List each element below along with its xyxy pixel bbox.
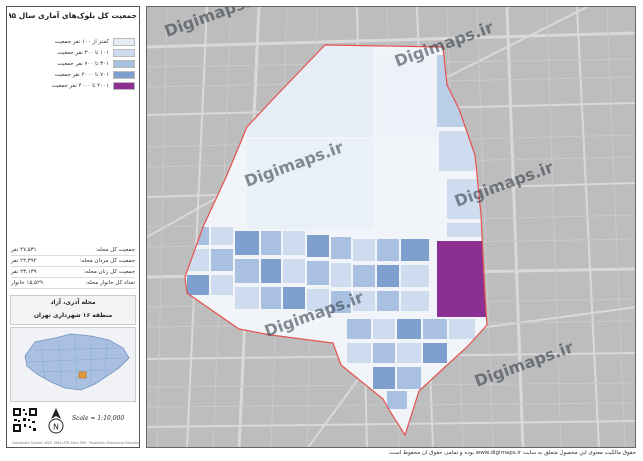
stat-label: جمعیت کل محله: — [95, 247, 135, 253]
block-class-1 — [377, 57, 437, 137]
stat-label: جمعیت کل زنان محله: — [83, 269, 135, 275]
legend-item: ۷۰۱ تا ۲۰۰۰ نفر جمعیت — [11, 70, 135, 80]
legend-swatch — [113, 60, 135, 68]
legend-swatch — [113, 49, 135, 57]
district-label: محله آذری، آزاد منطقه ۱۶ شهرداری تهران — [10, 295, 136, 325]
stat-label: تعداد کل خانوار محله: — [85, 280, 135, 286]
stat-row: ۱۵,۵۲۹ خانوار تعداد کل خانوار محله: — [11, 278, 135, 289]
population-stats: ۴۷,۵۳۱ نفر جمعیت کل محله: ۲۴,۳۹۲ نفر جمع… — [11, 245, 135, 289]
qr-code-icon — [12, 407, 38, 433]
legend-item: کمتر از ۱۰۰ نفر جمعیت — [11, 37, 135, 47]
legend-panel: جمعیت کل بلوک‌های آماری سال ۱۳۹۵ کمتر از… — [6, 6, 140, 448]
legend-swatch — [113, 38, 135, 46]
legend-swatch — [113, 71, 135, 79]
neighborhood-name: محله آذری، آزاد — [50, 299, 96, 306]
legend-item: ۱۰۱ تا ۳۰۰ نفر جمعیت — [11, 48, 135, 58]
map-canvas: Digimaps.ir Digimaps.ir Digimaps.ir Digi… — [147, 7, 635, 447]
copyright-footer: حقوق مالکیت معنوی این محصول متعلق به سای… — [387, 450, 636, 456]
stat-value: ۲۳,۱۳۹ نفر — [11, 269, 37, 275]
inset-highlight — [78, 371, 87, 379]
stat-row: ۲۳,۱۳۹ نفر جمعیت کل زنان محله: — [11, 267, 135, 278]
stat-row: ۴۷,۵۳۱ نفر جمعیت کل محله: — [11, 245, 135, 256]
legend-label: کمتر از ۱۰۰ نفر جمعیت — [54, 39, 109, 45]
stat-value: ۴۷,۵۳۱ نفر — [11, 247, 37, 253]
district-name: منطقه ۱۶ شهرداری تهران — [33, 312, 113, 319]
legend-list: کمتر از ۱۰۰ نفر جمعیت ۱۰۱ تا ۳۰۰ نفر جمع… — [11, 37, 135, 92]
stat-row: ۲۴,۳۹۲ نفر جمعیت کل مردان محله: — [11, 256, 135, 267]
north-label: N — [53, 423, 59, 432]
legend-title: جمعیت کل بلوک‌های آماری سال ۱۳۹۵ — [9, 11, 137, 20]
stat-label: جمعیت کل مردان محله: — [79, 258, 135, 264]
legend-label: ۱۰۱ تا ۳۰۰ نفر جمعیت — [57, 50, 109, 56]
map-panel: Digimaps.ir Digimaps.ir Digimaps.ir Digi… — [146, 6, 636, 448]
legend-item: ۳۰۱ تا ۷۰۰ نفر جمعیت — [11, 59, 135, 69]
legend-item: ۲۰۰۱ تا ۴۰۰۰ نفر جمعیت — [11, 81, 135, 91]
north-arrow-icon: N — [48, 408, 64, 434]
projection-credit: Coordinate System: WGS 1984 UTM Zone 39N… — [12, 441, 140, 445]
legend-swatch — [113, 82, 135, 90]
legend-label: ۲۰۰۱ تا ۴۰۰۰ نفر جمعیت — [51, 83, 110, 89]
legend-label: ۷۰۱ تا ۲۰۰۰ نفر جمعیت — [54, 72, 109, 78]
map-furniture: N Scale = 1:10,000 Coordinate System: WG… — [10, 405, 140, 445]
inset-locator-map — [10, 327, 136, 402]
stat-value: ۲۴,۳۹۲ نفر — [11, 258, 37, 264]
stat-value: ۱۵,۵۲۹ خانوار — [11, 280, 43, 286]
map-scale: Scale = 1:10,000 — [72, 415, 125, 422]
legend-label: ۳۰۱ تا ۷۰۰ نفر جمعیت — [57, 61, 109, 67]
